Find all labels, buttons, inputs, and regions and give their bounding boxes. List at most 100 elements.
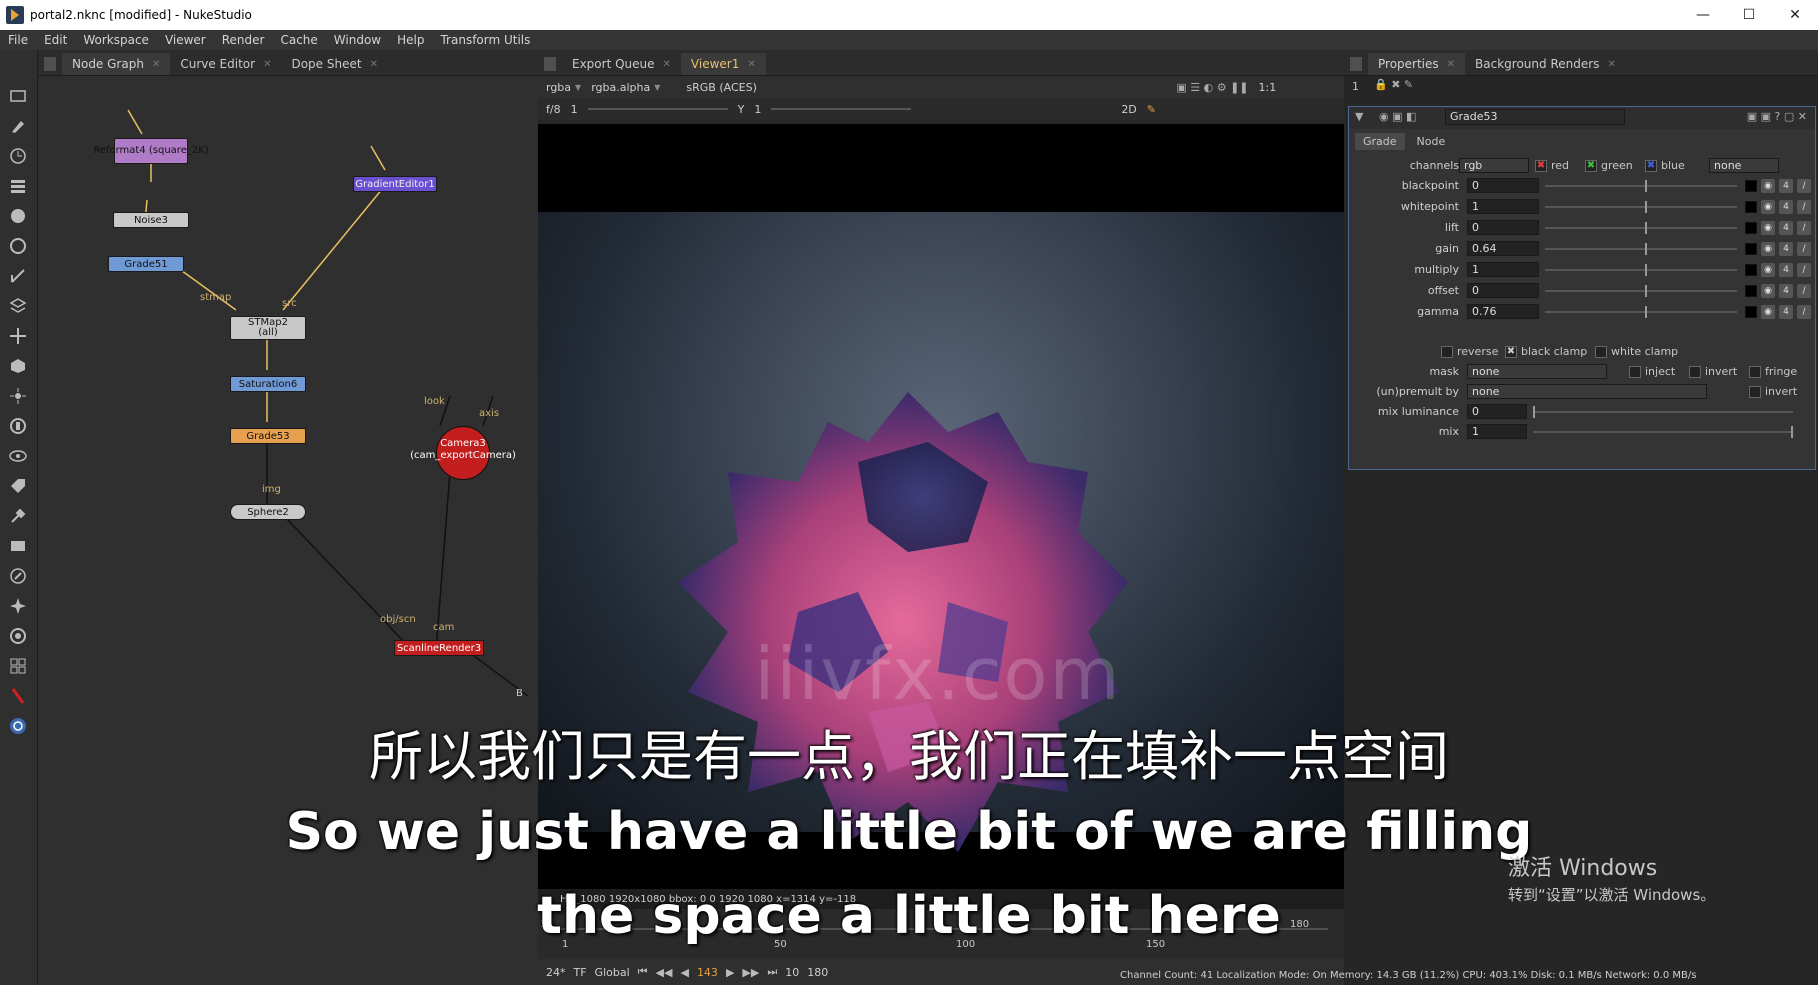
mix-knob[interactable] [1791, 426, 1793, 438]
close-tab-icon[interactable]: ✕ [663, 59, 671, 70]
prev-keyframe-icon[interactable]: ◀◀ [656, 966, 673, 979]
panel-grip-icon[interactable] [44, 57, 56, 71]
menu-viewer[interactable]: Viewer [157, 33, 214, 47]
mask-dropdown[interactable]: none [1467, 364, 1607, 379]
channel-count-icon[interactable]: 4 [1779, 200, 1793, 214]
channel-blue-toggle[interactable]: ✖ blue [1645, 159, 1685, 172]
animation-curve-icon[interactable]: ∕ [1797, 200, 1811, 214]
colorspace-dropdown[interactable]: sRGB (ACES) [686, 81, 906, 94]
lock-icon[interactable]: 🔒 ✖ ✎ [1374, 78, 1413, 91]
mix-luminance-knob[interactable] [1533, 406, 1535, 418]
draw-nodes-icon[interactable] [8, 116, 28, 136]
collapse-icon[interactable]: ▼ [1355, 110, 1363, 123]
filter-nodes-icon[interactable] [8, 236, 28, 256]
grade-row-knob[interactable] [1645, 201, 1647, 213]
menu-transform-utils[interactable]: Transform Utils [432, 33, 538, 47]
channel-red-toggle[interactable]: ✖ red [1535, 159, 1569, 172]
grade-row-knob[interactable] [1645, 243, 1647, 255]
frame-step[interactable]: 10 [785, 966, 799, 979]
menu-workspace[interactable]: Workspace [75, 33, 157, 47]
grade-row-slider[interactable] [1545, 285, 1737, 297]
close-tab-icon[interactable]: ✕ [1607, 59, 1615, 70]
properties-max-count[interactable]: 1 [1352, 80, 1359, 93]
viewer-tools-icon[interactable]: ▣ ☰ ◐ ⚙ ❚❚ [1176, 81, 1248, 94]
viewer-mode[interactable]: 2D [1121, 103, 1136, 116]
first-frame-icon[interactable]: ⏮ [638, 965, 648, 979]
out-frame[interactable]: 180 [807, 966, 828, 979]
channel-count-icon[interactable]: 4 [1779, 179, 1793, 193]
node-grade53[interactable]: Grade53 [230, 428, 306, 444]
grade-row-slider[interactable] [1545, 201, 1737, 213]
mix-slider[interactable] [1533, 426, 1793, 438]
grade-row-knob[interactable] [1645, 285, 1647, 297]
fps-dropdown[interactable]: 24* [546, 966, 566, 979]
metadata-nodes-icon[interactable] [8, 476, 28, 496]
merge-nodes-icon[interactable] [8, 296, 28, 316]
node-saturation[interactable]: Saturation6 [230, 376, 306, 392]
channel-nodes-icon[interactable] [8, 176, 28, 196]
black-clamp-toggle[interactable]: ✖ black clamp [1505, 345, 1587, 358]
close-tab-icon[interactable]: ✕ [747, 59, 755, 70]
time-nodes-icon[interactable] [8, 146, 28, 166]
panel-window-icons[interactable]: ▣ ▣ ? ▢ ✕ [1747, 110, 1807, 123]
channel-count-icon[interactable]: 4 [1779, 284, 1793, 298]
alpha-channel-dropdown[interactable]: rgba.alpha ▼ [591, 81, 660, 94]
unpremult-dropdown[interactable]: none [1467, 384, 1707, 399]
gizmo-nodes-icon[interactable] [8, 626, 28, 646]
menu-window[interactable]: Window [326, 33, 389, 47]
node-sphere[interactable]: Sphere2 [230, 504, 306, 520]
node-reformat[interactable]: Reformat4 (square_2K) [93, 138, 209, 164]
channel-count-icon[interactable]: 4 [1779, 221, 1793, 235]
node-stmap[interactable]: STMap2 (all) [230, 316, 306, 340]
grade-row-knob[interactable] [1645, 306, 1647, 318]
grade-row-slider[interactable] [1545, 264, 1737, 276]
furnace-nodes-icon[interactable] [8, 566, 28, 586]
grade-row-slider[interactable] [1545, 180, 1737, 192]
other-nodes-icon[interactable] [8, 536, 28, 556]
node-name-field[interactable]: Grade53 [1445, 109, 1625, 125]
color-swatch[interactable] [1745, 201, 1757, 213]
grade-row-field[interactable]: 1 [1467, 262, 1539, 277]
grade-row-field[interactable]: 0 [1467, 178, 1539, 193]
views-nodes-icon[interactable] [8, 446, 28, 466]
fstop-value[interactable]: f/8 [546, 103, 561, 116]
ofx-nodes-icon[interactable] [8, 596, 28, 616]
close-tab-icon[interactable]: ✕ [263, 59, 271, 70]
extra-channel-dropdown[interactable]: none [1709, 158, 1779, 173]
play-backward-icon[interactable]: ◀ [680, 966, 688, 979]
grade-row-knob[interactable] [1645, 264, 1647, 276]
animation-curve-icon[interactable]: ∕ [1797, 179, 1811, 193]
minimize-button[interactable]: — [1680, 0, 1726, 30]
grade-row-field[interactable]: 0.64 [1467, 241, 1539, 256]
color-swatch[interactable] [1745, 222, 1757, 234]
tab-dope-sheet[interactable]: Dope Sheet ✕ [281, 53, 387, 75]
channels-dropdown[interactable]: rgba ▼ [546, 81, 581, 94]
grade-row-field[interactable]: 1 [1467, 199, 1539, 214]
animation-curve-icon[interactable]: ∕ [1797, 242, 1811, 256]
color-wheel-icon[interactable]: ◉ [1761, 242, 1775, 256]
mix-luminance-field[interactable]: 0 [1467, 404, 1527, 419]
color-swatch[interactable] [1745, 264, 1757, 276]
3d-nodes-icon[interactable] [8, 356, 28, 376]
particles-nodes-icon[interactable] [8, 386, 28, 406]
node-grade51[interactable]: Grade51 [108, 256, 184, 272]
tab-node-graph[interactable]: Node Graph ✕ [62, 53, 171, 75]
mask-invert-toggle[interactable]: invert [1689, 365, 1737, 378]
image-nodes-icon[interactable] [8, 86, 28, 106]
menu-file[interactable]: File [0, 33, 36, 47]
gamma-value[interactable]: 1 [754, 103, 761, 116]
mix-luminance-slider[interactable] [1533, 406, 1793, 418]
grade-row-slider[interactable] [1545, 222, 1737, 234]
color-swatch[interactable] [1745, 243, 1757, 255]
close-tab-icon[interactable]: ✕ [152, 59, 160, 70]
menu-cache[interactable]: Cache [272, 33, 325, 47]
channels-dropdown[interactable]: rgb [1459, 158, 1529, 173]
keyer-nodes-icon[interactable] [8, 266, 28, 286]
next-keyframe-icon[interactable]: ▶▶ [742, 966, 759, 979]
tab-background-renders[interactable]: Background Renders ✕ [1465, 53, 1626, 75]
panel-grip-icon[interactable] [544, 57, 556, 71]
color-wheel-icon[interactable]: ◉ [1761, 200, 1775, 214]
color-wheel-icon[interactable]: ◉ [1761, 263, 1775, 277]
animation-curve-icon[interactable]: ∕ [1797, 305, 1811, 319]
current-frame[interactable]: 143 [697, 966, 718, 979]
